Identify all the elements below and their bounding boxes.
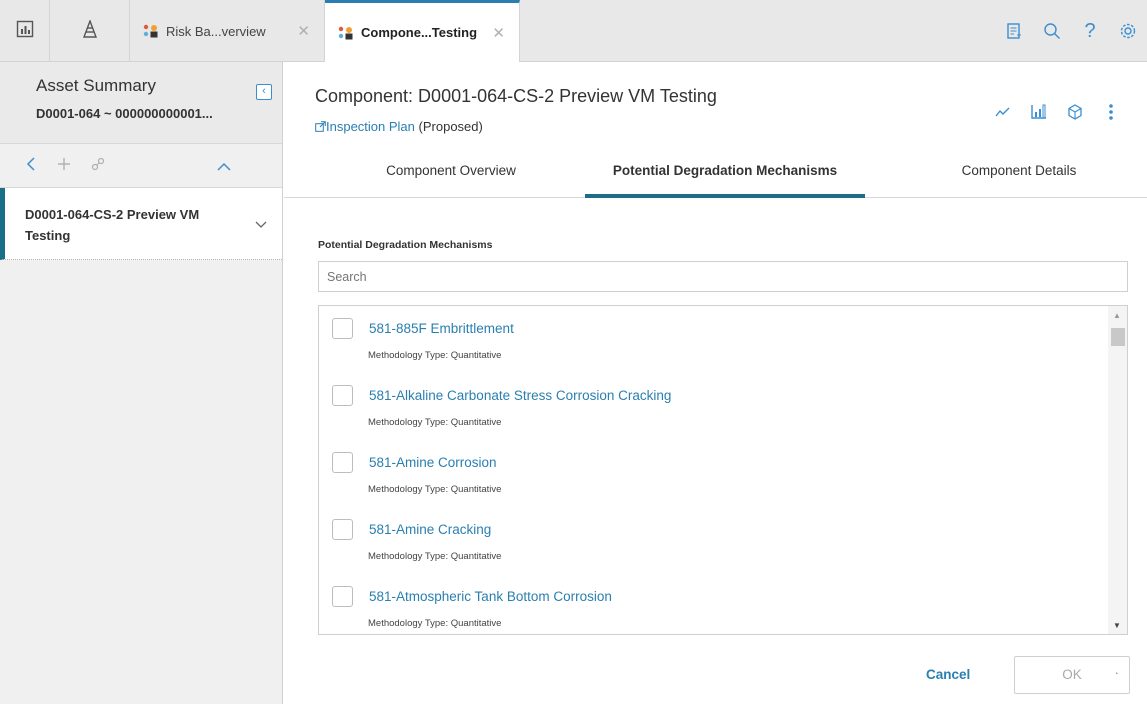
collapse-panel-icon[interactable]: ‹ <box>256 84 272 100</box>
back-icon[interactable] <box>26 155 36 176</box>
asset-hierarchy-tab[interactable] <box>50 0 130 62</box>
asset-summary-subtitle: D0001-064 ~ 000000000001... <box>36 106 213 121</box>
settings-icon[interactable] <box>1109 11 1147 51</box>
mechanism-name[interactable]: 581-885F Embrittlement <box>369 321 514 336</box>
clipboard-icon[interactable] <box>995 11 1033 51</box>
list-item[interactable]: 581-Amine Corrosion Methodology Type: Qu… <box>319 440 1109 507</box>
main-content: Component: D0001-064-CS-2 Preview VM Tes… <box>284 62 1147 704</box>
chevron-up-icon[interactable] <box>217 155 231 176</box>
cube-icon[interactable] <box>1057 104 1093 120</box>
mechanism-name[interactable]: 581-Amine Cracking <box>369 522 491 537</box>
tree-item-label: D0001-064-CS-2 Preview VM Testing <box>25 207 200 243</box>
top-actions: ? <box>995 0 1147 62</box>
trend-chart-icon[interactable] <box>985 106 1021 118</box>
inspection-plan-status: (Proposed) <box>418 119 483 134</box>
link-icon[interactable] <box>91 155 105 176</box>
checkbox[interactable] <box>332 586 353 607</box>
component-actions <box>985 104 1129 120</box>
scroll-up-icon[interactable]: ▲ <box>1113 311 1121 320</box>
page-title: Component: D0001-064-CS-2 Preview VM Tes… <box>315 86 717 106</box>
inspection-plan-label: Inspection Plan <box>326 119 415 134</box>
tab-component-overview[interactable]: Component Overview <box>326 147 576 198</box>
scrollbar-thumb[interactable] <box>1111 328 1125 346</box>
scroll-down-icon[interactable]: ▼ <box>1113 621 1121 630</box>
methodology-type: Methodology Type: Quantitative <box>368 417 502 428</box>
left-panel: Asset Summary D0001-064 ~ 000000000001..… <box>0 62 283 704</box>
mechanism-name[interactable]: 581-Atmospheric Tank Bottom Corrosion <box>369 589 612 604</box>
list-item[interactable]: 581-Alkaline Carbonate Stress Corrosion … <box>319 373 1109 440</box>
list-item[interactable]: 581-Amine Cracking Methodology Type: Qua… <box>319 507 1109 574</box>
external-link-icon <box>315 121 326 132</box>
risk-people-icon <box>142 24 160 38</box>
component-tabs: Component Overview Potential Degradation… <box>284 147 1147 198</box>
dashboard-tab[interactable] <box>0 0 50 62</box>
methodology-type: Methodology Type: Quantitative <box>368 551 502 562</box>
checkbox[interactable] <box>332 452 353 473</box>
dashboard-icon <box>16 20 34 43</box>
tab-risk-overview[interactable]: Risk Ba...verview ✕ <box>130 0 325 62</box>
chevron-down-icon[interactable] <box>255 216 267 234</box>
close-icon[interactable]: ✕ <box>492 24 505 42</box>
tab-component-testing[interactable]: Compone...Testing ✕ <box>325 0 520 62</box>
ok-button-label: OK <box>1062 667 1082 682</box>
top-tab-bar: Risk Ba...verview ✕ Compone...Testing ✕ … <box>0 0 1147 62</box>
mechanism-name[interactable]: 581-Alkaline Carbonate Stress Corrosion … <box>369 388 671 403</box>
tab-component-details[interactable]: Component Details <box>894 147 1144 198</box>
tab-potential-degradation-mechanisms[interactable]: Potential Degradation Mechanisms <box>585 147 865 198</box>
dot-icon: · <box>1114 665 1119 680</box>
methodology-type: Methodology Type: Quantitative <box>368 618 502 629</box>
cancel-button[interactable]: Cancel <box>926 667 970 682</box>
asset-summary-header: Asset Summary D0001-064 ~ 000000000001..… <box>0 62 282 144</box>
help-icon[interactable]: ? <box>1071 11 1109 51</box>
search-icon[interactable] <box>1033 11 1071 51</box>
mechanism-list: 581-885F Embrittlement Methodology Type:… <box>318 305 1128 635</box>
methodology-type: Methodology Type: Quantitative <box>368 350 502 361</box>
asset-summary-title: Asset Summary <box>36 76 156 95</box>
section-label: Potential Degradation Mechanisms <box>318 239 493 251</box>
list-item[interactable]: 581-885F Embrittlement Methodology Type:… <box>319 306 1109 373</box>
search-input[interactable] <box>318 261 1128 292</box>
tab-risk-overview-label: Risk Ba...verview <box>166 23 266 39</box>
list-item[interactable]: 581-Atmospheric Tank Bottom Corrosion Me… <box>319 574 1109 634</box>
methodology-type: Methodology Type: Quantitative <box>368 484 502 495</box>
inspection-plan-row: Inspection Plan (Proposed) <box>315 119 483 134</box>
scrollbar[interactable]: ▲ ▼ <box>1108 306 1127 634</box>
more-vertical-icon[interactable] <box>1093 104 1129 120</box>
checkbox[interactable] <box>332 519 353 540</box>
add-icon[interactable] <box>57 155 71 176</box>
risk-people-icon <box>337 26 355 40</box>
asset-hierarchy-icon <box>81 18 99 43</box>
tree-nav-toolbar <box>0 144 282 188</box>
bar-chart-icon[interactable] <box>1021 104 1057 120</box>
close-icon[interactable]: ✕ <box>297 22 310 40</box>
inspection-plan-link[interactable]: Inspection Plan <box>315 119 415 134</box>
app-root: Risk Ba...verview ✕ Compone...Testing ✕ … <box>0 0 1147 704</box>
ok-button[interactable]: OK · <box>1014 656 1130 694</box>
tree-item[interactable]: D0001-064-CS-2 Preview VM Testing <box>0 188 282 260</box>
checkbox[interactable] <box>332 318 353 339</box>
mechanism-name[interactable]: 581-Amine Corrosion <box>369 455 497 470</box>
checkbox[interactable] <box>332 385 353 406</box>
tab-component-testing-label: Compone...Testing <box>361 25 478 40</box>
